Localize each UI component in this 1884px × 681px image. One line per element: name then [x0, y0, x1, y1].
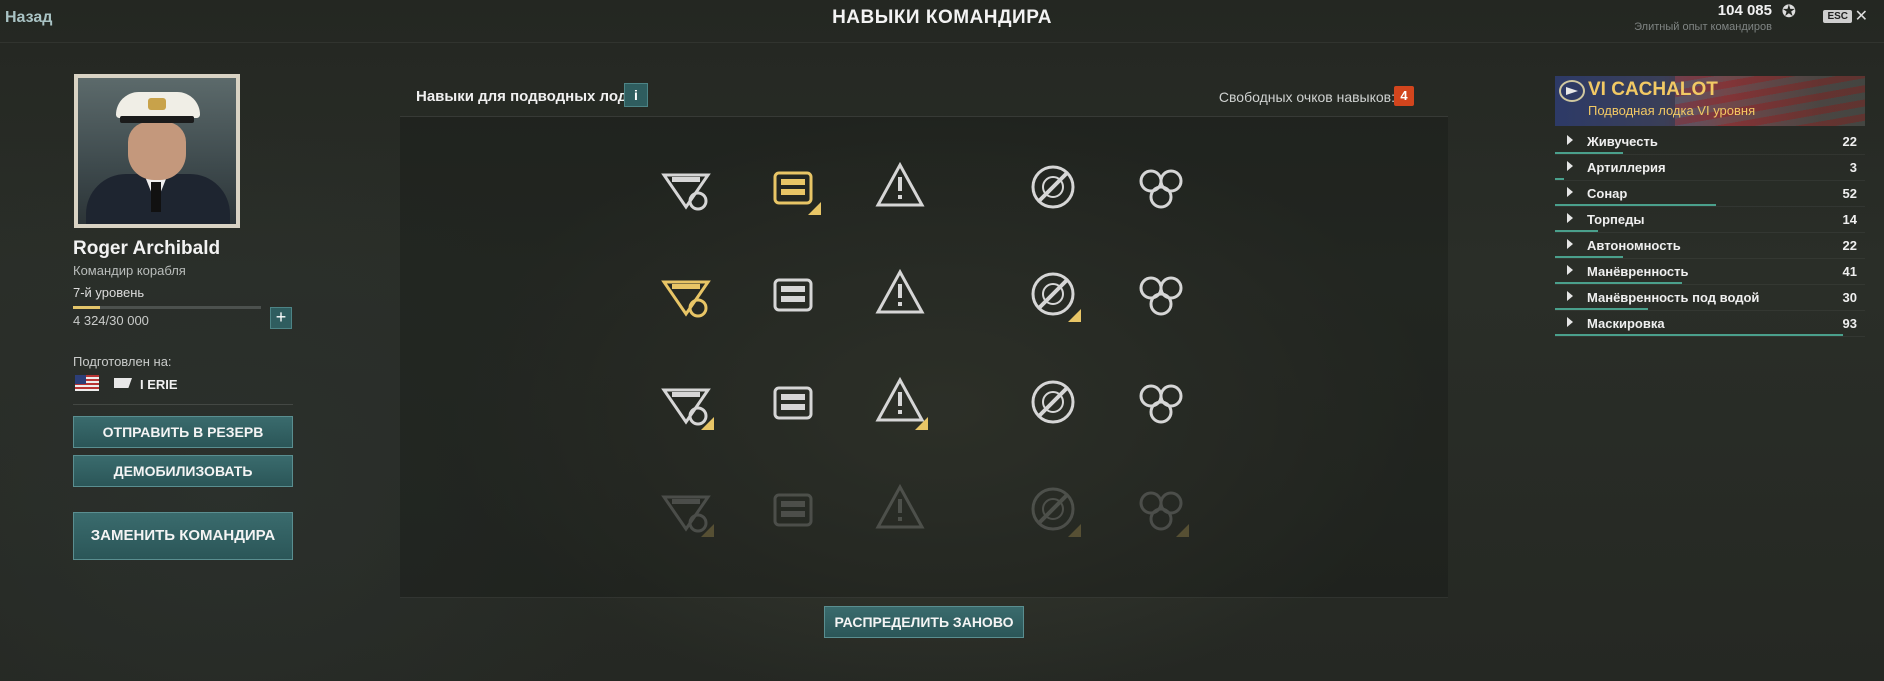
- page-title: НАВЫКИ КОМАНДИРА: [832, 7, 1052, 28]
- electric-hazard-icon[interactable]: [1021, 262, 1085, 326]
- usa-flag-icon: [75, 375, 99, 391]
- ship-emblem-icon: [1559, 80, 1585, 102]
- ship-param-label: Манёвренность: [1587, 264, 1689, 279]
- trained-ship-name: I ERIE: [140, 377, 178, 392]
- free-points-label: Свободных очков навыков:: [1218, 89, 1395, 105]
- add-xp-button[interactable]: +: [270, 307, 292, 329]
- ship-param-row[interactable]: Сонар 52: [1555, 180, 1865, 207]
- skills-grid: [400, 117, 1448, 598]
- sonar-reload-icon[interactable]: [654, 155, 718, 219]
- expand-triangle-icon[interactable]: [1567, 265, 1573, 275]
- expand-triangle-icon[interactable]: [1567, 135, 1573, 145]
- level-progress-fill: [73, 306, 101, 309]
- elite-xp-icon: ✪: [1781, 2, 1796, 21]
- level-progress-bar: [73, 306, 261, 309]
- skills-title: Навыки для подводных лодок: [416, 88, 644, 105]
- portrait-tie: [151, 182, 161, 212]
- top-bar: Назад НАВЫКИ КОМАНДИРА 104 085 Элитный о…: [0, 0, 1884, 43]
- sonar-burn-icon[interactable]: [761, 477, 825, 541]
- trained-label: Подготовлен на:: [73, 354, 172, 369]
- ship-param-label: Манёвренность под водой: [1587, 290, 1760, 305]
- redistribute-button[interactable]: РАСПРЕДЕЛИТЬ ЗАНОВО: [824, 606, 1024, 638]
- ship-param-label: Автономность: [1587, 238, 1681, 253]
- commander-portrait: [74, 74, 240, 228]
- ship-param-value: 30: [1842, 290, 1857, 305]
- ship-param-label: Живучесть: [1587, 134, 1658, 149]
- expand-triangle-icon[interactable]: [1567, 239, 1573, 249]
- esc-key-hint: ESC: [1823, 10, 1852, 23]
- commander-level: 7-й уровень: [73, 285, 145, 300]
- ship-param-label: Торпеды: [1587, 212, 1645, 227]
- ship-param-value: 22: [1842, 238, 1857, 253]
- expand-triangle-icon[interactable]: [1567, 187, 1573, 197]
- ship-param-row[interactable]: Манёвренность под водой 30: [1555, 284, 1865, 311]
- demobilize-button[interactable]: ДЕМОБИЛИЗОВАТЬ: [73, 455, 293, 487]
- avatar: [78, 78, 236, 224]
- divider: [73, 404, 293, 405]
- send-to-reserve-button[interactable]: ОТПРАВИТЬ В РЕЗЕРВ: [73, 416, 293, 448]
- ship-name: VI CACHALOT: [1588, 79, 1718, 100]
- commander-name: Roger Archibald: [73, 238, 221, 259]
- replace-commander-button[interactable]: ЗАМЕНИТЬ КОМАНДИРА: [73, 512, 293, 560]
- expand-triangle-icon[interactable]: [1567, 161, 1573, 171]
- torpedo-rack-icon[interactable]: [1129, 370, 1193, 434]
- elite-xp-label: Элитный опыт командиров: [1634, 21, 1772, 33]
- battery-upgrade-icon[interactable]: [1021, 477, 1085, 541]
- ship-subtitle: Подводная лодка VI уровня: [1588, 103, 1756, 118]
- commander-role: Командир корабля: [73, 263, 186, 278]
- submarine-fire-icon[interactable]: [868, 477, 932, 541]
- submarine-class-icon: [114, 378, 132, 388]
- propeller-icon[interactable]: [1129, 477, 1193, 541]
- submarine-detect-icon[interactable]: [761, 370, 825, 434]
- ship-param-value: 93: [1842, 316, 1857, 331]
- ship-param-value: 14: [1842, 212, 1857, 227]
- ship-param-bar: [1555, 334, 1844, 336]
- commander-xp: 4 324/30 000: [73, 313, 149, 328]
- ship-param-value: 22: [1842, 134, 1857, 149]
- expand-triangle-icon[interactable]: [1567, 317, 1573, 327]
- warning-target-icon[interactable]: [1021, 155, 1085, 219]
- expand-triangle-icon[interactable]: [1567, 213, 1573, 223]
- elite-xp-value: 104 085: [1717, 2, 1772, 19]
- portrait-face: [128, 122, 186, 180]
- free-points-badge: 4: [1394, 86, 1414, 106]
- crossed-torpedoes-icon[interactable]: [654, 477, 718, 541]
- alert-circle-icon[interactable]: [1021, 370, 1085, 434]
- ship-param-row[interactable]: Артиллерия 3: [1555, 154, 1865, 181]
- info-button[interactable]: i: [624, 83, 648, 107]
- ship-param-row[interactable]: Манёвренность 41: [1555, 258, 1865, 285]
- ship-param-value: 52: [1842, 186, 1857, 201]
- sonar-ping-icon[interactable]: [761, 262, 825, 326]
- shell-warning-icon[interactable]: [1129, 155, 1193, 219]
- torpedo-timer-icon[interactable]: [868, 370, 932, 434]
- ship-header: VI CACHALOT Подводная лодка VI уровня: [1555, 76, 1865, 126]
- ship-param-row[interactable]: Автономность 22: [1555, 232, 1865, 259]
- portrait-visor: [120, 116, 194, 123]
- ship-param-value: 41: [1842, 264, 1857, 279]
- ship-param-row[interactable]: Торпеды 14: [1555, 206, 1865, 233]
- torpedo-tubes-icon[interactable]: [761, 155, 825, 219]
- ship-param-label: Артиллерия: [1587, 160, 1666, 175]
- ship-param-label: Маскировка: [1587, 316, 1665, 331]
- elite-xp: 104 085 Элитный опыт командиров: [1634, 2, 1772, 33]
- sonar-timer-icon[interactable]: [654, 370, 718, 434]
- portrait-cap-badge: [148, 98, 166, 110]
- propeller-wheel-icon[interactable]: [1129, 262, 1193, 326]
- ship-param-label: Сонар: [1587, 186, 1628, 201]
- expand-triangle-icon[interactable]: [1567, 291, 1573, 301]
- ship-param-value: 3: [1849, 160, 1857, 175]
- diving-plane-icon[interactable]: [868, 262, 932, 326]
- skills-header: Навыки для подводных лодок i Свободных о…: [400, 82, 1448, 117]
- battery-icon[interactable]: [654, 262, 718, 326]
- ship-param-row[interactable]: Маскировка 93: [1555, 310, 1865, 337]
- ship-param-row[interactable]: Живучесть 22: [1555, 128, 1865, 155]
- close-icon[interactable]: ✕: [1855, 6, 1868, 26]
- torpedo-reload-icon[interactable]: [868, 155, 932, 219]
